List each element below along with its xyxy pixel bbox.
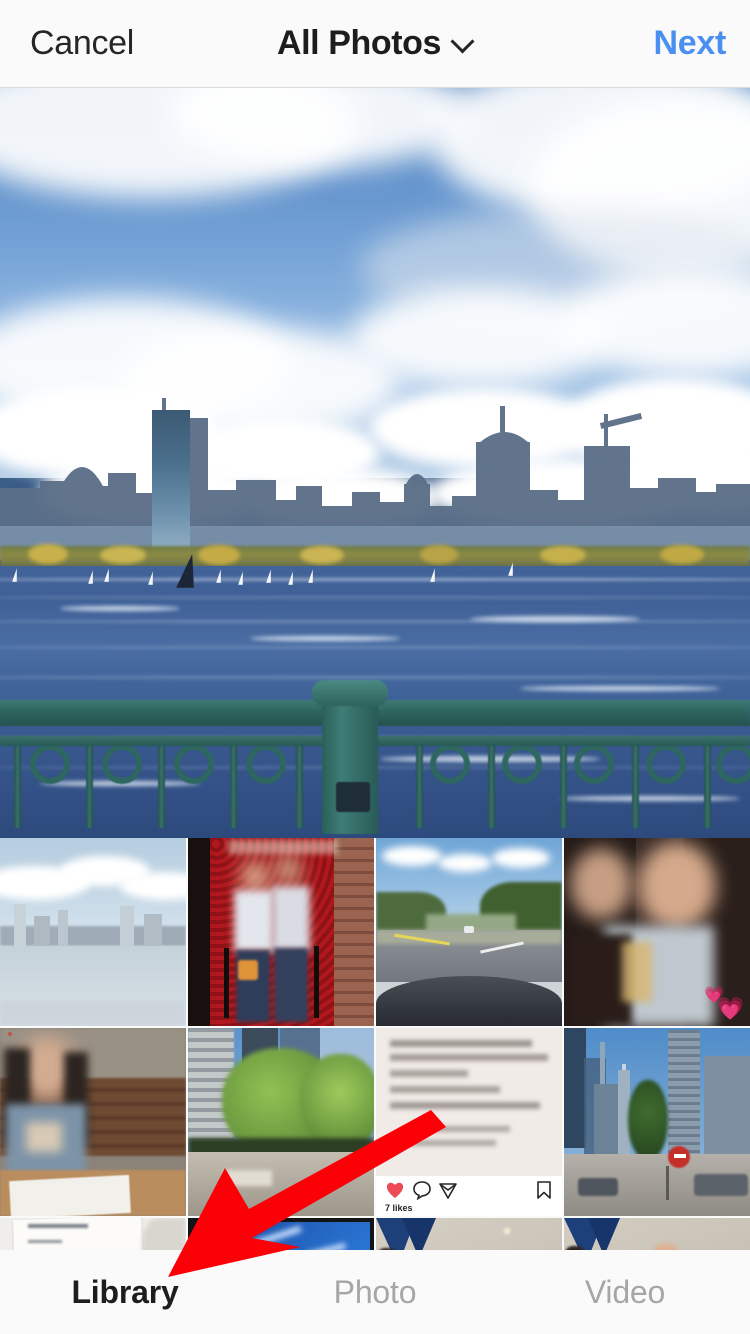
thumbnail-skyline[interactable] — [0, 838, 186, 1026]
share-icon — [439, 1183, 457, 1199]
heart-emoji: 💗 — [704, 987, 724, 1004]
bridge-railing — [0, 678, 750, 838]
tree — [300, 546, 344, 564]
tree — [28, 544, 68, 564]
tab-library[interactable]: Library — [0, 1274, 250, 1311]
tree — [540, 546, 586, 564]
page-title: All Photos — [276, 24, 442, 62]
thumbnail-highway[interactable] — [376, 838, 562, 1026]
thumbnail-selfie[interactable]: 💗 💗 — [564, 838, 750, 1026]
comment-icon — [413, 1181, 431, 1200]
bookmark-icon — [537, 1181, 551, 1199]
thumbnail-red-wall[interactable] — [188, 838, 374, 1026]
thumbnail-table[interactable] — [0, 1028, 186, 1216]
photo-picker-screen: Cancel All Photos Next 💗 💗 7 likes Libra… — [0, 0, 750, 1334]
tree — [198, 545, 240, 565]
tree — [660, 545, 704, 564]
top-navigation-bar: Cancel All Photos Next — [0, 0, 750, 88]
photo-thumbnail-grid[interactable]: 💗 💗 7 likes — [0, 838, 750, 1250]
tree — [420, 545, 458, 564]
chevron-down-icon — [453, 31, 473, 51]
next-button[interactable]: Next — [654, 24, 727, 63]
bottom-tab-bar: Library Photo Video — [0, 1250, 750, 1334]
likes-count: 7 likes — [385, 1203, 413, 1213]
thumbnail-bluescreen[interactable] — [188, 1218, 374, 1250]
hancock-tower — [152, 410, 190, 560]
thumbnail-paper[interactable] — [0, 1218, 186, 1250]
tree — [100, 546, 146, 564]
thumbnail-screenshot[interactable]: 7 likes — [376, 1028, 562, 1216]
cancel-button[interactable]: Cancel — [30, 24, 134, 63]
thumbnail-trees[interactable] — [188, 1028, 374, 1216]
photo-preview[interactable] — [0, 88, 750, 838]
thumbnail-street[interactable] — [564, 1028, 750, 1216]
heart-icon — [386, 1182, 404, 1198]
tab-photo[interactable]: Photo — [250, 1274, 500, 1311]
railing-sticker — [336, 782, 370, 812]
thumbnail-ceiling-2[interactable] — [564, 1218, 750, 1250]
tab-video[interactable]: Video — [500, 1274, 750, 1311]
thumbnail-ceiling[interactable] — [376, 1218, 562, 1250]
